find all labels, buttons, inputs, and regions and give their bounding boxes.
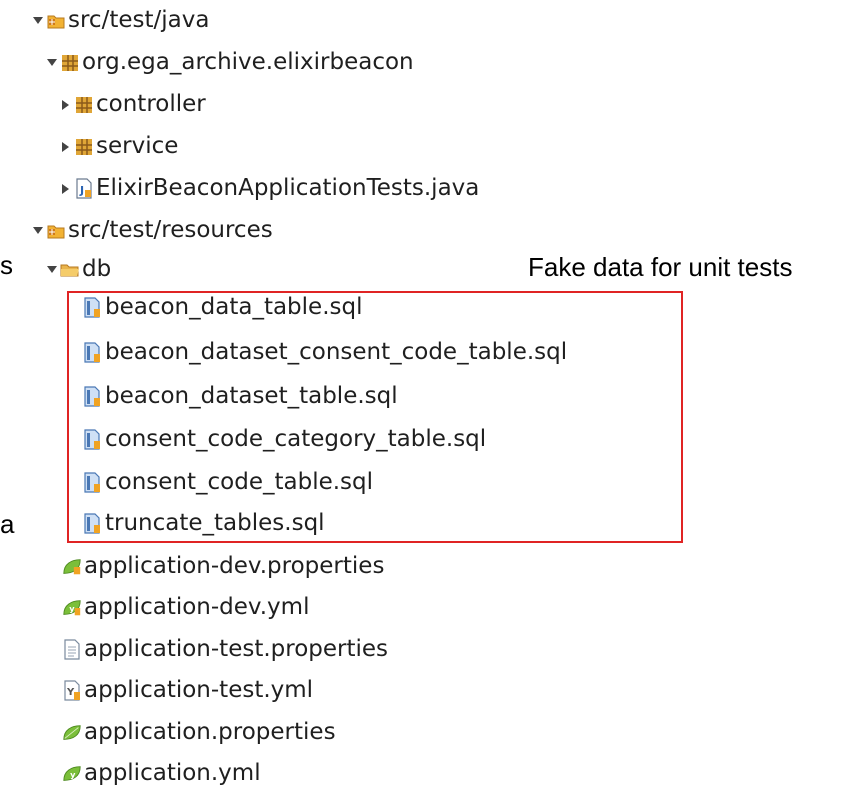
- tree-item-application-test-yml[interactable]: Y application-test.yml: [62, 670, 313, 712]
- tree-item-label: ElixirBeaconApplicationTests.java: [96, 175, 480, 201]
- cropped-text-fragment: a: [0, 509, 15, 539]
- tree-item-src-test-java[interactable]: src/test/java: [32, 0, 209, 42]
- expanded-arrow-icon[interactable]: [46, 264, 58, 276]
- svg-text:y: y: [69, 604, 75, 614]
- text-file-icon: [62, 639, 82, 661]
- tree-item-application-properties[interactable]: application.properties: [62, 712, 336, 754]
- tree-item-label: src/test/resources: [68, 217, 273, 243]
- cropped-text-fragment: s: [0, 250, 13, 280]
- spring-yml-icon: y: [62, 597, 82, 619]
- spring-yml-icon: y: [62, 763, 82, 785]
- tree-item-label: application-test.properties: [84, 636, 389, 662]
- tree-item-label: org.ega_archive.elixirbeacon: [82, 49, 414, 75]
- annotation-label: Fake data for unit tests: [528, 252, 793, 282]
- package-icon: [60, 52, 80, 74]
- tree-item-label: application-dev.properties: [84, 553, 385, 579]
- package-icon: [74, 136, 94, 158]
- tree-item-label: application-test.yml: [84, 677, 314, 703]
- tree-item-controller[interactable]: controller: [60, 84, 206, 126]
- tree-item-label: application-dev.yml: [84, 594, 310, 620]
- spring-leaf-icon: [62, 722, 82, 744]
- tree-item-label: application.yml: [84, 760, 261, 786]
- expanded-arrow-icon[interactable]: [46, 57, 58, 69]
- tree-item-label: src/test/java: [68, 7, 210, 33]
- source-folder-icon: [46, 220, 66, 242]
- tree-item-application-test-properties[interactable]: application-test.properties: [62, 629, 388, 671]
- svg-text:y: y: [70, 770, 76, 780]
- collapsed-arrow-icon[interactable]: [60, 141, 72, 153]
- yml-file-icon: Y: [62, 680, 82, 702]
- tree-item-label: controller: [96, 91, 206, 117]
- tree-item-application-yml[interactable]: y application.yml: [62, 753, 261, 795]
- annotation-highlight-box: [67, 291, 683, 543]
- tree-item-service[interactable]: service: [60, 126, 178, 168]
- folder-icon: [60, 259, 80, 281]
- expanded-arrow-icon[interactable]: [32, 15, 44, 27]
- tree-item-db-folder[interactable]: db: [46, 249, 111, 291]
- svg-text:J: J: [79, 184, 84, 197]
- tree-item-label: db: [82, 256, 112, 282]
- source-folder-icon: [46, 10, 66, 32]
- tree-item-label: service: [96, 133, 179, 159]
- collapsed-arrow-icon[interactable]: [60, 183, 72, 195]
- tree-item-application-dev-yml[interactable]: y application-dev.yml: [62, 587, 309, 629]
- expanded-arrow-icon[interactable]: [32, 225, 44, 237]
- tree-item-label: application.properties: [84, 719, 336, 745]
- tree-item-package-root[interactable]: org.ega_archive.elixirbeacon: [46, 42, 414, 84]
- package-icon: [74, 94, 94, 116]
- tree-item-src-test-resources[interactable]: src/test/resources: [32, 210, 273, 252]
- tree-item-application-dev-properties[interactable]: application-dev.properties: [62, 546, 384, 588]
- tree-item-elixir-beacon-tests[interactable]: J ElixirBeaconApplicationTests.java: [60, 168, 479, 210]
- collapsed-arrow-icon[interactable]: [60, 99, 72, 111]
- spring-properties-icon: [62, 556, 82, 578]
- svg-text:Y: Y: [66, 687, 75, 698]
- java-file-icon: J: [74, 178, 94, 200]
